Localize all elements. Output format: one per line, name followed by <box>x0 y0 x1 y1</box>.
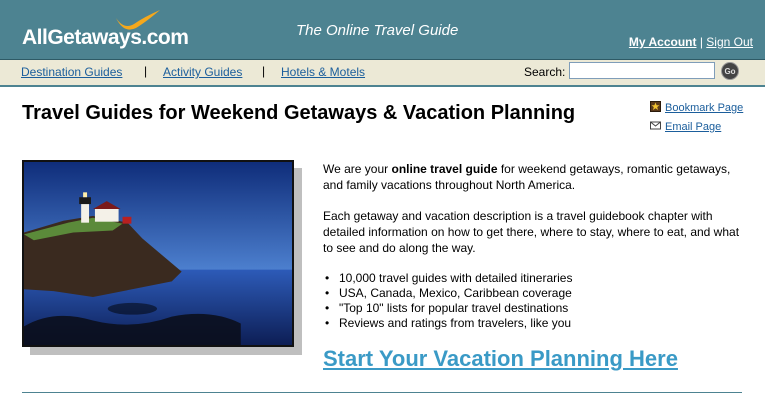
my-account-link[interactable]: My Account <box>629 35 697 49</box>
list-item: USA, Canada, Mexico, Caribbean coverage <box>323 286 743 301</box>
account-links: My Account | Sign Out <box>629 35 753 49</box>
divider <box>22 392 742 393</box>
tagline: The Online Travel Guide <box>296 22 459 39</box>
intro-text: We are your online travel guide for week… <box>323 161 743 331</box>
lighthouse-image <box>22 160 294 347</box>
start-planning-link[interactable]: Start Your Vacation Planning Here <box>323 346 678 372</box>
account-separator: | <box>699 35 703 49</box>
lighthouse-photo <box>22 160 302 355</box>
intro-text-start: We are your <box>323 162 392 176</box>
logo-swoosh-icon <box>116 10 160 30</box>
page-title: Travel Guides for Weekend Getaways & Vac… <box>22 102 576 124</box>
description-paragraph: Each getaway and vacation description is… <box>323 209 740 255</box>
email-page-label[interactable]: Email Page <box>665 121 721 133</box>
envelope-icon <box>650 121 661 130</box>
features-list: 10,000 travel guides with detailed itine… <box>323 271 743 331</box>
list-item: Reviews and ratings from travelers, like… <box>323 316 743 331</box>
intro-paragraph: We are your online travel guide for week… <box>323 161 743 193</box>
sign-out-link[interactable]: Sign Out <box>706 35 753 49</box>
search-input[interactable] <box>569 62 715 79</box>
nav-separator: | <box>144 64 148 78</box>
intro-bold-text: online travel guide <box>391 162 498 176</box>
search-label: Search: <box>524 65 566 79</box>
nav-separator: | <box>262 64 266 78</box>
search-go-button[interactable]: Go <box>721 62 739 80</box>
nav-activity-guides[interactable]: Activity Guides <box>163 65 242 79</box>
bookmark-page-label[interactable]: Bookmark Page <box>665 102 743 114</box>
list-item: 10,000 travel guides with detailed itine… <box>323 271 743 286</box>
list-item: "Top 10" lists for popular travel destin… <box>323 301 743 316</box>
email-page-link[interactable]: Email Page <box>650 120 721 133</box>
bookmark-star-icon <box>650 101 661 112</box>
nav-hotels-motels[interactable]: Hotels & Motels <box>281 65 365 79</box>
header: AllGetaways.com The Online Travel Guide … <box>0 0 765 60</box>
bookmark-page-link[interactable]: Bookmark Page <box>650 101 743 114</box>
nav-destination-guides[interactable]: Destination Guides <box>21 65 122 79</box>
nav-bar: Destination Guides | Activity Guides | H… <box>0 60 765 87</box>
